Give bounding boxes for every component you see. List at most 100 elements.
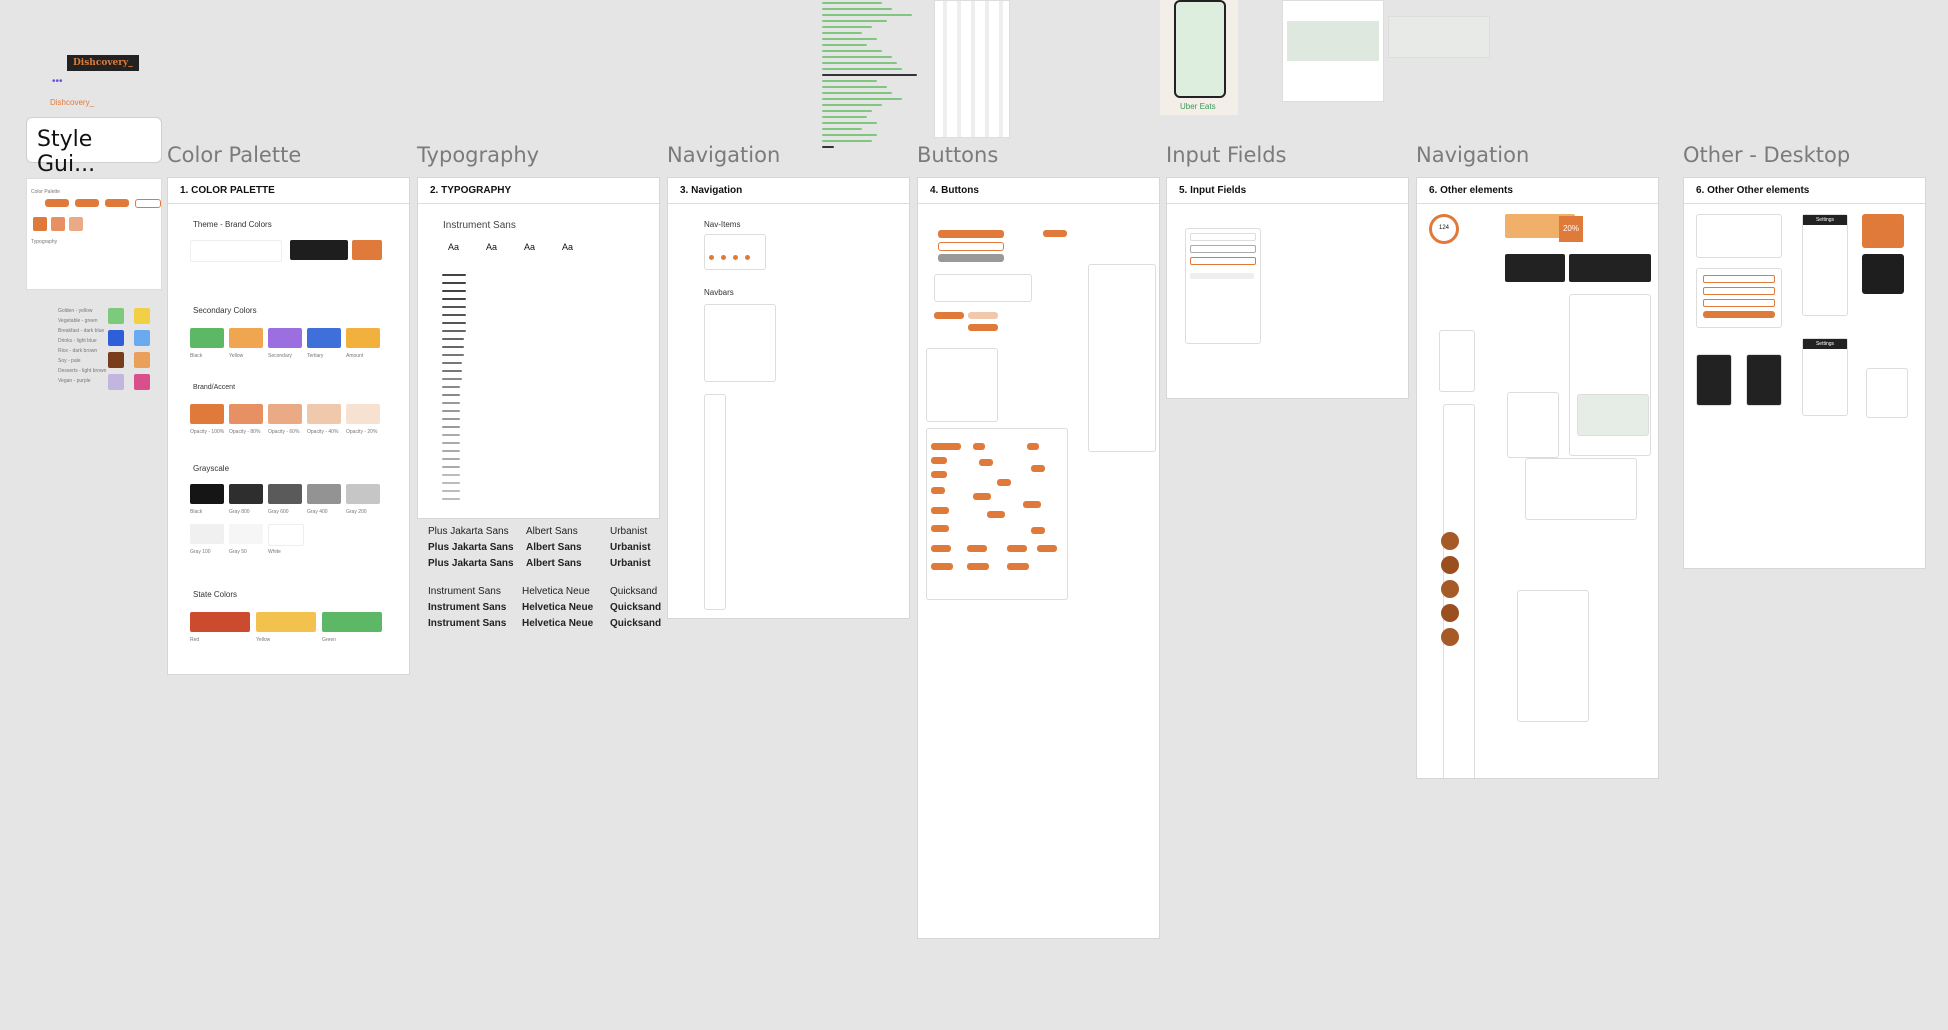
gray-swatch (307, 484, 341, 504)
type-scale-row (442, 482, 460, 484)
thumb-button-2 (75, 199, 99, 207)
swatch-label: Gray 800 (229, 509, 250, 515)
type-scale-row (442, 498, 460, 500)
cover-card[interactable]: Style Gui... (26, 117, 162, 177)
thumb-button-3 (105, 199, 129, 207)
font-name: Quicksand (610, 602, 662, 613)
points-card (1862, 214, 1904, 248)
type-scale-row (442, 474, 460, 476)
category-label: Golden - yellow (58, 308, 93, 314)
sample-button-disabled[interactable] (938, 254, 1004, 262)
swatch-orange (352, 240, 382, 260)
state-swatch-green (322, 612, 382, 632)
font-name: Instrument Sans (428, 618, 507, 629)
map-widget (1577, 394, 1649, 436)
sample-button-small[interactable] (1043, 230, 1067, 237)
frame-header: 4. Buttons (918, 178, 1159, 204)
swatch-white (190, 240, 282, 262)
settings-panel: Settings (1802, 214, 1848, 316)
other-elements-frame[interactable]: 6. Other elements 124 20% (1416, 177, 1659, 779)
type-sample: Aa (562, 242, 574, 252)
category-swatch (134, 330, 150, 346)
cart-list (1517, 590, 1589, 722)
navigation-frame[interactable]: 3. Navigation Nav-Items Navbars (667, 177, 910, 619)
category-swatch (108, 308, 124, 324)
frame-label-buttons: Buttons (917, 143, 999, 167)
font-name: Albert Sans (526, 558, 582, 569)
food-thumb (1441, 532, 1459, 550)
other-desktop-frame[interactable]: 6. Other Other elements Settings Setting… (1683, 177, 1926, 569)
thumb-swatch (51, 217, 65, 231)
secondary-swatch (346, 328, 380, 348)
type-scale-row (442, 290, 466, 292)
sample-button[interactable] (968, 324, 998, 331)
font-name: Plus Jakarta Sans (428, 558, 514, 569)
buttons-frame[interactable]: 4. Buttons (917, 177, 1160, 939)
frame-header: 6. Other elements (1417, 178, 1658, 204)
food-thumb (1441, 556, 1459, 574)
brand-swatch (346, 404, 380, 424)
sample-button[interactable] (934, 312, 964, 319)
type-scale-row (442, 402, 460, 404)
category-label: Vegan - purple (58, 378, 91, 384)
type-sample: Aa (524, 242, 536, 252)
frame-label-typography: Typography (417, 143, 540, 167)
frame-header: 6. Other Other elements (1684, 178, 1925, 204)
settings-title: Settings (1803, 339, 1847, 349)
palette-thumbnail[interactable]: Color Palette Typography (26, 178, 162, 290)
input-stack (1185, 228, 1261, 344)
section-title: Grayscale (193, 464, 230, 473)
swatch-label: Gray 200 (346, 509, 367, 515)
state-swatch-yellow (256, 612, 316, 632)
font-name: Quicksand (610, 618, 662, 629)
font-name: Helvetica Neue (522, 586, 590, 597)
type-scale-row (442, 450, 460, 452)
input-fields-frame[interactable]: 5. Input Fields (1166, 177, 1409, 399)
food-card (1439, 330, 1475, 392)
font-specimens: Plus Jakarta Sans Albert Sans Urbanist P… (428, 524, 668, 634)
font-name: Albert Sans (526, 526, 578, 537)
font-name: Helvetica Neue (522, 618, 594, 629)
type-scale-row (442, 418, 460, 420)
swatch-label: Amount (346, 353, 364, 359)
sample-button[interactable] (968, 312, 998, 319)
sidebar-sample (704, 394, 726, 610)
type-scale-row (442, 330, 466, 332)
timeline (1525, 458, 1637, 520)
state-swatch-red (190, 612, 250, 632)
section-title: Brand/Accent (193, 384, 236, 391)
dots-icon: ••• (52, 76, 63, 87)
type-scale-row (442, 426, 460, 428)
type-scale-row (442, 378, 462, 380)
category-swatch (134, 308, 150, 324)
section-title: State Colors (193, 590, 238, 599)
uber-eats-label: Uber Eats (1180, 102, 1216, 111)
sample-button-outline[interactable] (938, 242, 1004, 251)
category-swatch (134, 352, 150, 368)
secondary-swatch (268, 328, 302, 348)
food-thumb (1441, 604, 1459, 622)
frame-label-other-desktop: Other - Desktop (1683, 143, 1851, 167)
type-scale-row (442, 394, 460, 396)
swatch-label: Gray 600 (268, 509, 289, 515)
category-swatch (108, 330, 124, 346)
font-name: Plus Jakarta Sans (428, 542, 514, 553)
type-scale-row (442, 298, 466, 300)
nav-items-title: Nav-Items (704, 220, 741, 229)
category-swatch (108, 352, 124, 368)
gray-swatch (190, 524, 224, 544)
dark-card (1505, 254, 1565, 282)
order-list-card (1696, 214, 1782, 258)
uber-eats-reference: Uber Eats (1160, 0, 1238, 115)
type-sample: Aa (486, 242, 498, 252)
thumb-swatch (33, 217, 47, 231)
notes-list (822, 0, 922, 150)
app-logo: Dishcovery_ (67, 55, 139, 71)
map-reference-2 (1388, 16, 1490, 58)
typography-frame[interactable]: 2. TYPOGRAPHY Instrument Sans Aa Aa Aa A… (417, 177, 660, 519)
dark-tile (1696, 354, 1732, 406)
sample-button[interactable] (938, 230, 1004, 238)
color-palette-frame[interactable]: 1. COLOR PALETTE Theme - Brand Colors Se… (167, 177, 410, 675)
swatch-label: Opacity - 20% (346, 429, 378, 435)
swatch-label: Green (322, 637, 336, 643)
